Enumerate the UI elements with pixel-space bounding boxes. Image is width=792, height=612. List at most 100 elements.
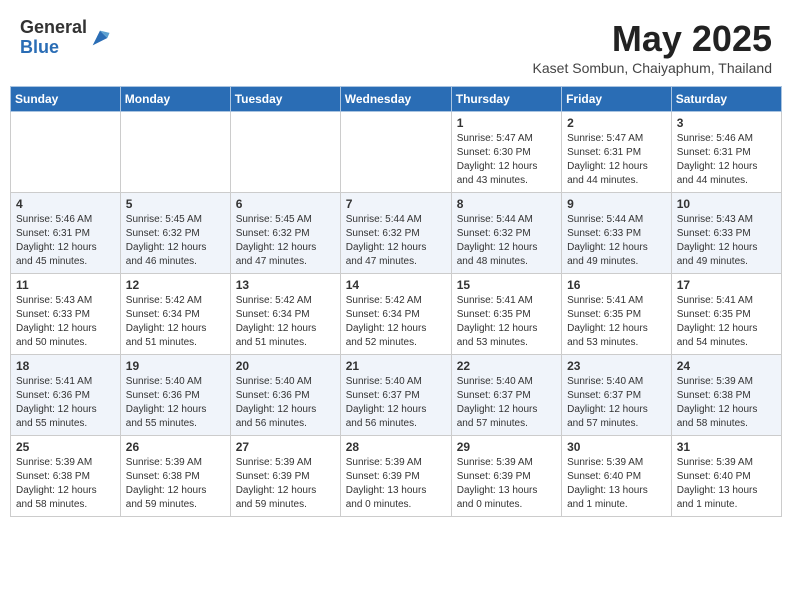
logo-icon xyxy=(89,27,111,49)
title-block: May 2025 Kaset Sombun, Chaiyaphum, Thail… xyxy=(533,18,772,76)
day-number: 1 xyxy=(457,116,556,130)
cell-content: Sunrise: 5:39 AMSunset: 6:40 PMDaylight:… xyxy=(567,456,666,512)
cell-content: Sunrise: 5:43 AMSunset: 6:33 PMDaylight:… xyxy=(16,294,115,350)
calendar-cell: 7Sunrise: 5:44 AMSunset: 6:32 PMDaylight… xyxy=(340,193,451,274)
cell-content: Sunrise: 5:47 AMSunset: 6:31 PMDaylight:… xyxy=(567,132,666,188)
day-number: 3 xyxy=(677,116,776,130)
day-number: 15 xyxy=(457,278,556,292)
calendar-cell: 9 Sunrise: 5:44 AMSunset: 6:33 PMDaylight… xyxy=(562,193,672,274)
calendar-cell: 12 Sunrise: 5:42 AMSunset: 6:34 PMDayligh… xyxy=(120,274,230,355)
calendar-cell: 31Sunrise: 5:39 AMSunset: 6:40 PMDayligh… xyxy=(671,436,781,517)
cell-content: Sunrise: 5:44 AMSunset: 6:32 PMDaylight:… xyxy=(457,213,556,269)
cell-content: Sunrise: 5:41 AMSunset: 6:35 PMDaylight:… xyxy=(677,294,776,350)
calendar-cell: 19Sunrise: 5:40 AMSunset: 6:36 PMDayligh… xyxy=(120,355,230,436)
day-number: 26 xyxy=(126,440,225,454)
day-number: 29 xyxy=(457,440,556,454)
cell-content: Sunrise: 5:47 AMSunset: 6:30 PMDaylight:… xyxy=(457,132,556,188)
page-header: General Blue May 2025 Kaset Sombun, Chai… xyxy=(10,10,782,80)
cell-content: Sunrise: 5:46 AMSunset: 6:31 PMDaylight:… xyxy=(16,213,115,269)
calendar-cell: 17 Sunrise: 5:41 AMSunset: 6:35 PMDayligh… xyxy=(671,274,781,355)
cell-content: Sunrise: 5:39 AMSunset: 6:38 PMDaylight:… xyxy=(126,456,225,512)
calendar-cell: 24 Sunrise: 5:39 AMSunset: 6:38 PMDayligh… xyxy=(671,355,781,436)
day-number: 28 xyxy=(346,440,446,454)
calendar-cell: 22 Sunrise: 5:40 AMSunset: 6:37 PMDayligh… xyxy=(451,355,561,436)
calendar-table: SundayMondayTuesdayWednesdayThursdayFrid… xyxy=(10,86,782,517)
cell-content: Sunrise: 5:43 AMSunset: 6:33 PMDaylight:… xyxy=(677,213,776,269)
week-row-1: 1 Sunrise: 5:47 AMSunset: 6:30 PMDaylight… xyxy=(11,112,782,193)
cell-content: Sunrise: 5:39 AMSunset: 6:39 PMDaylight:… xyxy=(457,456,556,512)
day-number: 4 xyxy=(16,197,115,211)
logo: General Blue xyxy=(20,18,111,58)
logo-text: General Blue xyxy=(20,18,87,58)
cell-content: Sunrise: 5:45 AMSunset: 6:32 PMDaylight:… xyxy=(236,213,335,269)
day-number: 9 xyxy=(567,197,666,211)
day-number: 23 xyxy=(567,359,666,373)
calendar-cell: 30 Sunrise: 5:39 AMSunset: 6:40 PMDayligh… xyxy=(562,436,672,517)
cell-content: Sunrise: 5:40 AMSunset: 6:37 PMDaylight:… xyxy=(457,375,556,431)
calendar-cell: 1 Sunrise: 5:47 AMSunset: 6:30 PMDaylight… xyxy=(451,112,561,193)
calendar-cell: 4 Sunrise: 5:46 AMSunset: 6:31 PMDaylight… xyxy=(11,193,121,274)
calendar-cell: 3Sunrise: 5:46 AMSunset: 6:31 PMDaylight… xyxy=(671,112,781,193)
weekday-header-saturday: Saturday xyxy=(671,87,781,112)
cell-content: Sunrise: 5:40 AMSunset: 6:37 PMDaylight:… xyxy=(567,375,666,431)
calendar-cell: 16 Sunrise: 5:41 AMSunset: 6:35 PMDayligh… xyxy=(562,274,672,355)
day-number: 7 xyxy=(346,197,446,211)
calendar-cell: 8 Sunrise: 5:44 AMSunset: 6:32 PMDaylight… xyxy=(451,193,561,274)
calendar-cell: 6Sunrise: 5:45 AMSunset: 6:32 PMDaylight… xyxy=(230,193,340,274)
weekday-header-monday: Monday xyxy=(120,87,230,112)
day-number: 17 xyxy=(677,278,776,292)
location-subtitle: Kaset Sombun, Chaiyaphum, Thailand xyxy=(533,60,772,76)
calendar-cell: 11 Sunrise: 5:43 AMSunset: 6:33 PMDayligh… xyxy=(11,274,121,355)
day-number: 24 xyxy=(677,359,776,373)
cell-content: Sunrise: 5:42 AMSunset: 6:34 PMDaylight:… xyxy=(126,294,225,350)
day-number: 30 xyxy=(567,440,666,454)
cell-content: Sunrise: 5:40 AMSunset: 6:36 PMDaylight:… xyxy=(236,375,335,431)
calendar-cell: 28 Sunrise: 5:39 AMSunset: 6:39 PMDayligh… xyxy=(340,436,451,517)
cell-content: Sunrise: 5:39 AMSunset: 6:40 PMDaylight:… xyxy=(677,456,776,512)
day-number: 5 xyxy=(126,197,225,211)
day-number: 12 xyxy=(126,278,225,292)
calendar-cell: 14 Sunrise: 5:42 AMSunset: 6:34 PMDayligh… xyxy=(340,274,451,355)
day-number: 25 xyxy=(16,440,115,454)
day-number: 20 xyxy=(236,359,335,373)
day-number: 2 xyxy=(567,116,666,130)
calendar-cell: 2 Sunrise: 5:47 AMSunset: 6:31 PMDaylight… xyxy=(562,112,672,193)
cell-content: Sunrise: 5:45 AMSunset: 6:32 PMDaylight:… xyxy=(126,213,225,269)
day-number: 14 xyxy=(346,278,446,292)
calendar-cell: 23 Sunrise: 5:40 AMSunset: 6:37 PMDayligh… xyxy=(562,355,672,436)
cell-content: Sunrise: 5:39 AMSunset: 6:39 PMDaylight:… xyxy=(236,456,335,512)
calendar-cell: 25Sunrise: 5:39 AMSunset: 6:38 PMDayligh… xyxy=(11,436,121,517)
calendar-cell xyxy=(120,112,230,193)
cell-content: Sunrise: 5:41 AMSunset: 6:35 PMDaylight:… xyxy=(567,294,666,350)
week-row-5: 25 Sunrise: 5:39 AMSunset: 6:38 PMDayligh… xyxy=(11,436,782,517)
cell-content: Sunrise: 5:41 AMSunset: 6:35 PMDaylight:… xyxy=(457,294,556,350)
cell-content: Sunrise: 5:42 AMSunset: 6:34 PMDaylight:… xyxy=(236,294,335,350)
calendar-cell: 26 Sunrise: 5:39 AMSunset: 6:38 PMDayligh… xyxy=(120,436,230,517)
cell-content: Sunrise: 5:44 AMSunset: 6:33 PMDaylight:… xyxy=(567,213,666,269)
calendar-cell xyxy=(230,112,340,193)
weekday-header-sunday: Sunday xyxy=(11,87,121,112)
cell-content: Sunrise: 5:39 AMSunset: 6:39 PMDaylight:… xyxy=(346,456,446,512)
day-number: 19 xyxy=(126,359,225,373)
calendar-cell: 10 Sunrise: 5:43 AMSunset: 6:33 PMDayligh… xyxy=(671,193,781,274)
weekday-header-friday: Friday xyxy=(562,87,672,112)
day-number: 13 xyxy=(236,278,335,292)
day-number: 10 xyxy=(677,197,776,211)
week-row-3: 11 Sunrise: 5:43 AMSunset: 6:33 PMDayligh… xyxy=(11,274,782,355)
weekday-header-tuesday: Tuesday xyxy=(230,87,340,112)
day-number: 21 xyxy=(346,359,446,373)
calendar-cell: 20 Sunrise: 5:40 AMSunset: 6:36 PMDayligh… xyxy=(230,355,340,436)
day-number: 8 xyxy=(457,197,556,211)
week-row-2: 4 Sunrise: 5:46 AMSunset: 6:31 PMDaylight… xyxy=(11,193,782,274)
calendar-cell xyxy=(11,112,121,193)
day-number: 22 xyxy=(457,359,556,373)
cell-content: Sunrise: 5:41 AMSunset: 6:36 PMDaylight:… xyxy=(16,375,115,431)
calendar-cell: 13 Sunrise: 5:42 AMSunset: 6:34 PMDayligh… xyxy=(230,274,340,355)
cell-content: Sunrise: 5:42 AMSunset: 6:34 PMDaylight:… xyxy=(346,294,446,350)
month-title: May 2025 xyxy=(533,18,772,60)
day-number: 11 xyxy=(16,278,115,292)
weekday-header-row: SundayMondayTuesdayWednesdayThursdayFrid… xyxy=(11,87,782,112)
cell-content: Sunrise: 5:39 AMSunset: 6:38 PMDaylight:… xyxy=(677,375,776,431)
cell-content: Sunrise: 5:40 AMSunset: 6:37 PMDaylight:… xyxy=(346,375,446,431)
day-number: 16 xyxy=(567,278,666,292)
